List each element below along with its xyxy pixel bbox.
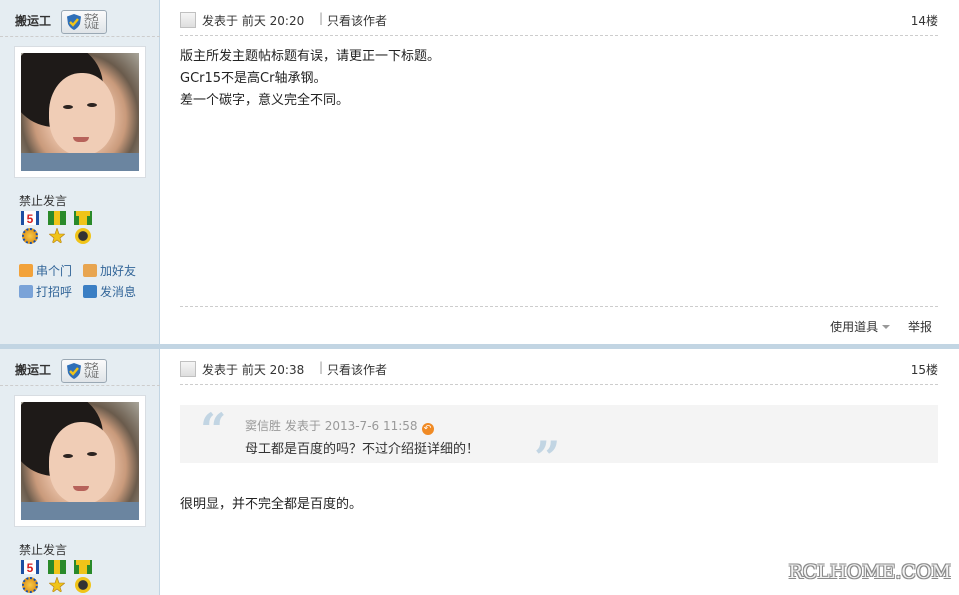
verify-badge[interactable]: 实名认证 bbox=[61, 359, 107, 383]
verify-badge-label: 实名认证 bbox=[84, 362, 99, 379]
svg-text:5: 5 bbox=[27, 561, 34, 574]
divider: | bbox=[319, 360, 324, 374]
floor-number[interactable]: 15楼 bbox=[911, 361, 938, 378]
only-author-link[interactable]: 只看该作者 bbox=[327, 361, 387, 378]
user-sidebar: 搬运工 实名认证 禁止发言 5 bbox=[0, 0, 160, 344]
post-info: 发表于 前天 20:20 | 只看该作者 14楼 bbox=[180, 10, 938, 36]
posted-time: 发表于 前天 20:38 bbox=[202, 363, 305, 377]
post-14: 搬运工 实名认证 禁止发言 5 串个门 加好友 打招呼 发消息 发表于 前天 2… bbox=[0, 0, 959, 344]
username-link[interactable]: 搬运工 bbox=[15, 12, 51, 29]
user-sidebar: 搬运工 实名认证 禁止发言 5 bbox=[0, 349, 160, 595]
use-tools-menu[interactable]: 使用道具 bbox=[816, 320, 891, 334]
post-actions: 使用道具 举报 bbox=[802, 318, 932, 335]
quote-header: 窦信胜 发表于 2013-7-6 11:58 ↶ bbox=[245, 417, 434, 435]
post-15: 搬运工 实名认证 禁止发言 5 发表于 前天 20:38 | 只看该作者 15楼… bbox=[0, 349, 959, 595]
post-main: 发表于 前天 20:20 | 只看该作者 14楼 版主所发主题帖标题有误，请更正… bbox=[161, 0, 959, 344]
content-line: 差一个碳字，意义完全不同。 bbox=[180, 93, 350, 108]
message-label: 发消息 bbox=[100, 285, 137, 299]
back-arrow-icon[interactable]: ↶ bbox=[421, 423, 434, 435]
home-icon bbox=[19, 264, 33, 277]
content-line: GCr15不是高Cr轴承钢。 bbox=[180, 71, 327, 86]
user-status: 禁止发言 bbox=[19, 543, 68, 557]
divider bbox=[180, 306, 938, 307]
visit-label: 串个门 bbox=[36, 264, 73, 278]
avatar[interactable] bbox=[21, 402, 139, 520]
mail-icon bbox=[83, 285, 97, 298]
site-watermark: RCLHOME.COM bbox=[788, 561, 951, 583]
avatar-frame bbox=[14, 395, 146, 527]
user-status: 禁止发言 bbox=[19, 194, 68, 208]
post-main: 发表于 前天 20:38 | 只看该作者 15楼 “ 窦信胜 发表于 2013-… bbox=[161, 349, 959, 595]
quote-text: 母工都是百度的吗？不过介绍挺详细的！ bbox=[245, 442, 480, 457]
add-friend-label: 加好友 bbox=[100, 264, 137, 278]
close-quote-icon: ” bbox=[534, 431, 561, 485]
medal-5-icon[interactable]: 5 bbox=[19, 211, 41, 247]
floor-number[interactable]: 14楼 bbox=[911, 12, 938, 29]
content-line: 版主所发主题帖标题有误，请更正一下标题。 bbox=[180, 49, 441, 64]
post-content: 版主所发主题帖标题有误，请更正一下标题。 GCr15不是高Cr轴承钢。 差一个碳… bbox=[180, 46, 440, 112]
only-author-link[interactable]: 只看该作者 bbox=[327, 12, 387, 29]
greet-link[interactable]: 打招呼 bbox=[19, 283, 72, 300]
greet-label: 打招呼 bbox=[36, 285, 73, 299]
divider: | bbox=[319, 11, 324, 25]
visit-link[interactable]: 串个门 bbox=[19, 262, 72, 279]
avatar-frame bbox=[14, 46, 146, 178]
message-link[interactable]: 发消息 bbox=[83, 283, 136, 300]
medal-star-icon[interactable] bbox=[46, 211, 68, 247]
online-status-icon bbox=[180, 361, 196, 377]
medal-clock-icon[interactable] bbox=[72, 560, 94, 595]
medal-5-icon[interactable]: 5 bbox=[19, 560, 41, 595]
username-row: 搬运工 实名认证 bbox=[0, 0, 160, 37]
quote-block: “ 窦信胜 发表于 2013-7-6 11:58 ↶ 母工都是百度的吗？不过介绍挺… bbox=[180, 403, 938, 481]
post-info: 发表于 前天 20:38 | 只看该作者 15楼 bbox=[180, 359, 938, 385]
verify-badge-label: 实名认证 bbox=[84, 13, 99, 30]
chevron-down-icon bbox=[882, 325, 891, 329]
online-status-icon bbox=[180, 12, 196, 28]
username-row: 搬运工 实名认证 bbox=[0, 349, 160, 386]
handshake-icon bbox=[83, 264, 97, 277]
wave-icon bbox=[19, 285, 33, 298]
post-content: 很明显，并不完全都是百度的。 bbox=[180, 497, 363, 512]
add-friend-link[interactable]: 加好友 bbox=[83, 262, 136, 279]
verify-badge[interactable]: 实名认证 bbox=[61, 10, 107, 34]
shield-icon bbox=[67, 14, 81, 30]
shield-icon bbox=[67, 363, 81, 379]
posted-time: 发表于 前天 20:20 bbox=[202, 14, 305, 28]
medal-star-icon[interactable] bbox=[46, 560, 68, 595]
svg-text:5: 5 bbox=[27, 212, 34, 225]
open-quote-icon: “ bbox=[200, 403, 227, 457]
username-link[interactable]: 搬运工 bbox=[15, 361, 51, 378]
medal-clock-icon[interactable] bbox=[72, 211, 94, 247]
report-link[interactable]: 举报 bbox=[908, 320, 932, 334]
avatar[interactable] bbox=[21, 53, 139, 171]
